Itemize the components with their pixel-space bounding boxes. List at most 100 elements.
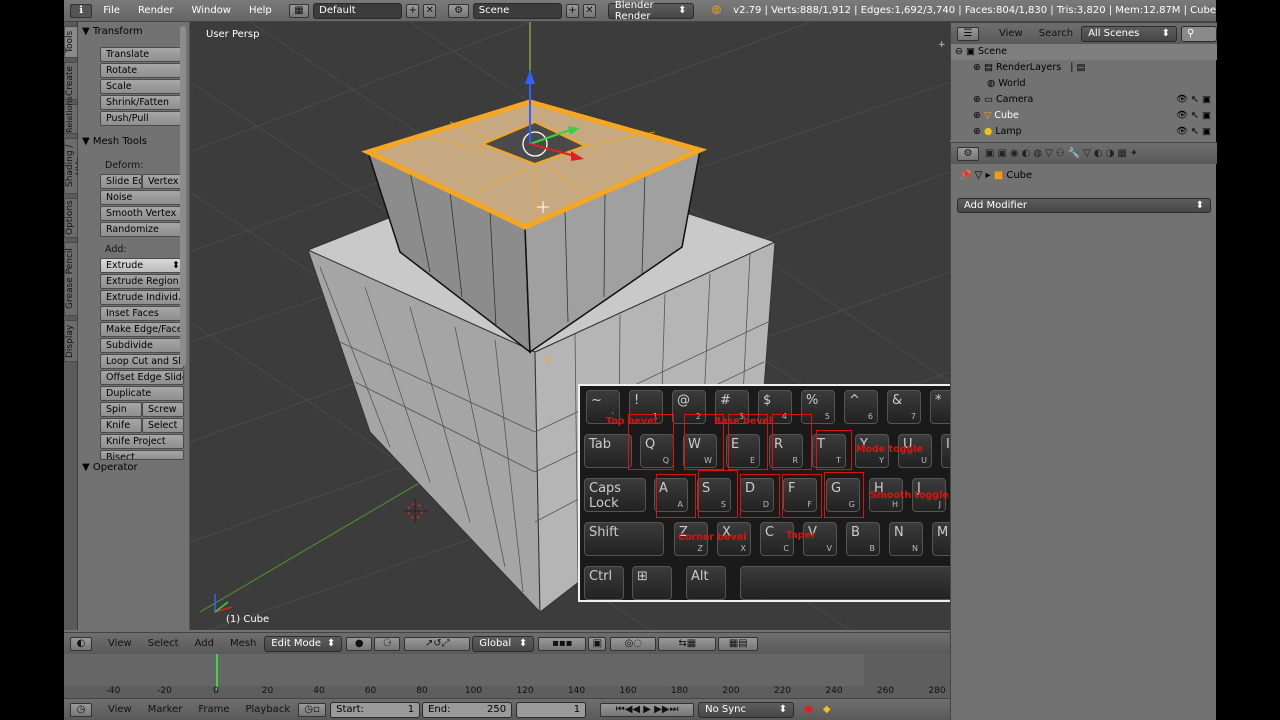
- preview-range-icon[interactable]: ◷▫: [298, 702, 327, 717]
- mode-dropdown[interactable]: Edit Mode ⬍: [264, 635, 343, 652]
- extrude-region-button[interactable]: Extrude Region: [100, 274, 184, 289]
- menu-add[interactable]: Add: [187, 638, 222, 649]
- scene-field[interactable]: Scene: [472, 2, 562, 19]
- menu-file[interactable]: File: [96, 5, 127, 16]
- tab-tools[interactable]: Tools: [64, 26, 78, 58]
- outliner-row-lamp[interactable]: ⊕ ● Lamp 👁 ↖ ▣: [951, 124, 1217, 140]
- shelf-scrollbar[interactable]: [180, 26, 186, 366]
- proportional-icons[interactable]: ◎◌: [610, 636, 657, 651]
- subdivide-button[interactable]: Subdivide: [100, 338, 184, 353]
- rotate-button[interactable]: Rotate: [100, 63, 184, 78]
- smooth-vertex-button[interactable]: Smooth Vertex: [100, 206, 184, 221]
- transform-panel-header[interactable]: ▼ Transform: [82, 26, 143, 37]
- operator-panel-header[interactable]: ▼ Operator: [82, 462, 138, 473]
- playback-controls-icons[interactable]: ⏮◀◀ ▶ ▶▶⏭: [600, 702, 695, 717]
- offset-edge-slide-button[interactable]: Offset Edge Slide: [100, 370, 184, 385]
- noise-button[interactable]: Noise: [100, 190, 184, 205]
- scale-button[interactable]: Scale: [100, 79, 184, 94]
- knife-button[interactable]: Knife: [100, 418, 142, 433]
- manipulator-icons[interactable]: ↗↺⤢: [404, 636, 471, 651]
- outliner-row-scene[interactable]: ⊖ ▣ Scene: [951, 44, 1217, 60]
- tab-options[interactable]: Options: [64, 198, 78, 238]
- menu-window[interactable]: Window: [185, 5, 238, 16]
- add-layout-icon[interactable]: +: [406, 3, 420, 18]
- properties-editor-icon[interactable]: ⚙: [957, 146, 979, 161]
- add-modifier-dropdown[interactable]: Add Modifier ⬍: [957, 198, 1211, 213]
- start-frame-field[interactable]: Start: 1: [330, 701, 421, 718]
- z-arrow-icon[interactable]: [525, 70, 535, 84]
- sync-dropdown[interactable]: No Sync ⬍: [698, 701, 795, 718]
- knife-project-button[interactable]: Knife Project: [100, 434, 184, 449]
- loop-cut-button[interactable]: Loop Cut and Sl...: [100, 354, 184, 369]
- properties-context-icons[interactable]: ▣▣◉◐◍▽⚇🔧▽◐◑▦✦: [985, 148, 1141, 159]
- current-frame-field[interactable]: 1: [516, 701, 587, 718]
- vertex-slide-button[interactable]: Vertex: [142, 174, 184, 189]
- pin-icon[interactable]: 📌: [959, 170, 971, 181]
- tab-shading-uvs[interactable]: Shading / UVs: [64, 138, 85, 194]
- extrude-individual-button[interactable]: Extrude Individ...: [100, 290, 184, 305]
- scene-icon[interactable]: ⚙: [448, 3, 469, 18]
- shading-icon[interactable]: ●: [346, 636, 373, 651]
- timeline[interactable]: -40 -20 0 20 40 60 80 100 120 140 160 180 200 220 240 2…: [64, 654, 950, 698]
- layout-grid-icon[interactable]: ▦: [288, 3, 310, 18]
- menu-select[interactable]: Select: [140, 638, 187, 649]
- tab-relations[interactable]: Relations: [64, 96, 78, 134]
- outliner-row-world[interactable]: ◍ World: [951, 76, 1217, 92]
- plus-icon[interactable]: +: [938, 40, 946, 50]
- all-scenes-dropdown[interactable]: All Scenes ⬍: [1081, 25, 1178, 42]
- knife-select-button[interactable]: Select: [142, 418, 184, 433]
- shrink-fatten-button[interactable]: Shrink/Fatten: [100, 95, 184, 110]
- lamp-visibility-icons[interactable]: 👁 ↖ ▣: [1176, 124, 1211, 140]
- spin-button[interactable]: Spin: [100, 402, 142, 417]
- outliner-editor-icon[interactable]: ☰: [957, 26, 979, 41]
- orientation-dropdown[interactable]: Global ⬍: [472, 635, 535, 652]
- bisect-button[interactable]: Bisect: [100, 450, 184, 460]
- inset-faces-button[interactable]: Inset Faces: [100, 306, 184, 321]
- outliner-view-menu[interactable]: View: [991, 28, 1031, 39]
- tl-menu-playback[interactable]: Playback: [237, 704, 298, 715]
- extrude-dropdown[interactable]: Extrude ⬍: [100, 258, 184, 273]
- menu-help[interactable]: Help: [242, 5, 279, 16]
- pivot-icon[interactable]: ⚆: [374, 636, 401, 651]
- tab-create[interactable]: Create: [64, 62, 78, 100]
- make-edge-face-button[interactable]: Make Edge/Face: [100, 322, 184, 337]
- record-icon[interactable]: ●: [804, 704, 813, 715]
- outliner-row-camera[interactable]: ⊕ ▭ Camera 👁 ↖ ▣: [951, 92, 1217, 108]
- tl-menu-frame[interactable]: Frame: [190, 704, 237, 715]
- menu-mesh[interactable]: Mesh: [222, 638, 264, 649]
- camera-visibility-icons[interactable]: 👁 ↖ ▣: [1176, 92, 1211, 108]
- snap-icons[interactable]: ⇆▦: [658, 636, 717, 651]
- outliner-row-renderlayers[interactable]: ⊕ ▤ RenderLayers | ▤: [951, 60, 1217, 76]
- outliner-search-field[interactable]: ⚲: [1181, 25, 1217, 42]
- screw-button[interactable]: Screw: [142, 402, 184, 417]
- slide-edge-button[interactable]: Slide Ed: [100, 174, 142, 189]
- tab-display[interactable]: Display: [64, 320, 78, 362]
- cube-visibility-icons[interactable]: 👁 ↖ ▣: [1176, 108, 1211, 124]
- add-scene-icon[interactable]: +: [565, 3, 579, 18]
- occlude-icon[interactable]: ▣: [588, 636, 607, 651]
- remove-layout-icon[interactable]: ✕: [423, 3, 437, 18]
- layout-field[interactable]: Default: [313, 2, 403, 19]
- remove-scene-icon[interactable]: ✕: [582, 3, 596, 18]
- menu-view[interactable]: View: [100, 638, 140, 649]
- render-engine-dropdown[interactable]: Blender Render ⬍: [607, 0, 694, 22]
- randomize-button[interactable]: Randomize: [100, 222, 184, 237]
- tl-menu-marker[interactable]: Marker: [140, 704, 191, 715]
- timeline-editor-icon[interactable]: ◷: [70, 702, 92, 717]
- mesh-tools-panel-header[interactable]: ▼ Mesh Tools: [82, 136, 147, 147]
- select-mode-icons[interactable]: ▪▪▪: [538, 636, 587, 651]
- tab-grease-pencil[interactable]: Grease Pencil: [64, 242, 78, 316]
- outliner-search-menu[interactable]: Search: [1031, 28, 1081, 39]
- timeline-cursor[interactable]: [216, 654, 218, 690]
- 3d-editor-icon[interactable]: ◐: [70, 636, 92, 651]
- tl-menu-view[interactable]: View: [100, 704, 140, 715]
- menu-render[interactable]: Render: [131, 5, 181, 16]
- editor-type-icon[interactable]: ℹ: [70, 3, 93, 18]
- duplicate-button[interactable]: Duplicate: [100, 386, 184, 401]
- push-pull-button[interactable]: Push/Pull: [100, 111, 184, 126]
- render-icons[interactable]: ▦▤: [718, 636, 759, 651]
- outliner-row-cube[interactable]: ⊕ ▽ Cube 👁 ↖ ▣: [951, 108, 1217, 124]
- translate-button[interactable]: Translate: [100, 47, 184, 62]
- end-frame-field[interactable]: End: 250: [422, 701, 513, 718]
- keyframe-icon[interactable]: ◆: [823, 704, 831, 715]
